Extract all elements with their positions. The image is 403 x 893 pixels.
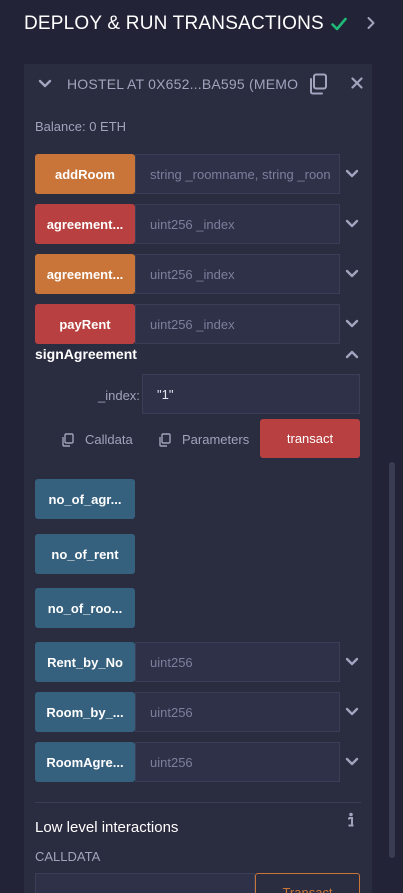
- button-label: Rent_by_No: [47, 654, 123, 670]
- button-label: Room_by_...: [46, 704, 124, 720]
- mapping-row-rent-by-no: Rent_by_No uint256: [35, 642, 359, 682]
- agreement-button-1[interactable]: agreement...: [35, 204, 135, 244]
- getter-row-no-of-agr: no_of_agr...: [35, 479, 359, 519]
- divider: [35, 802, 361, 803]
- button-label: no_of_agr...: [48, 491, 122, 507]
- copy-icon[interactable]: [308, 73, 328, 95]
- button-label: no_of_rent: [51, 546, 119, 562]
- function-row-agreement-2: agreement... uint256 _index: [35, 254, 359, 294]
- button-label: payRent: [59, 316, 111, 332]
- rent-by-no-input[interactable]: uint256: [135, 642, 340, 682]
- balance-label: Balance: 0 ETH: [35, 119, 127, 134]
- scrollbar[interactable]: [389, 462, 395, 858]
- low-level-transact-button[interactable]: Transact: [255, 873, 360, 893]
- chevron-down-icon[interactable]: [345, 657, 359, 667]
- chevron-right-icon[interactable]: [366, 16, 376, 30]
- sign-agreement-transact-button[interactable]: transact: [260, 419, 360, 458]
- button-label: no_of_roo...: [47, 600, 123, 616]
- calldata-section-label: CALLDATA: [35, 849, 101, 864]
- no-of-rent-button[interactable]: no_of_rent: [35, 534, 135, 574]
- low-level-title: Low level interactions: [35, 819, 179, 836]
- chevron-down-icon[interactable]: [345, 269, 359, 279]
- no-of-agr-button[interactable]: no_of_agr...: [35, 479, 135, 519]
- room-by-button[interactable]: Room_by_...: [35, 692, 135, 732]
- chevron-down-icon[interactable]: [345, 707, 359, 717]
- check-icon: [331, 17, 347, 31]
- calldata-label: Calldata: [85, 432, 133, 447]
- addroom-button[interactable]: addRoom: [35, 154, 135, 194]
- function-row-agreement-1: agreement... uint256 _index: [35, 204, 359, 244]
- no-of-roo-button[interactable]: no_of_roo...: [35, 588, 135, 628]
- room-agre-input[interactable]: uint256: [135, 742, 340, 782]
- button-label: addRoom: [55, 166, 115, 182]
- index-param-label: _index:: [98, 388, 140, 403]
- plugin-title: DEPLOY & RUN TRANSACTIONS: [24, 13, 324, 34]
- mapping-row-room-agre: RoomAgre... uint256: [35, 742, 359, 782]
- copy-icon: [62, 432, 74, 447]
- function-row-addroom: addRoom string _roomname, string _roon: [35, 154, 359, 194]
- plugin-header: DEPLOY & RUN TRANSACTIONS: [0, 0, 403, 48]
- payrent-button[interactable]: payRent: [35, 304, 135, 344]
- room-by-input[interactable]: uint256: [135, 692, 340, 732]
- button-label: RoomAgre...: [46, 754, 124, 770]
- button-label: agreement...: [46, 216, 124, 232]
- deployed-instance-panel: HOSTEL AT 0X652...BA595 (MEMO Balance: 0…: [24, 64, 372, 893]
- function-row-payrent: payRent uint256 _index: [35, 304, 359, 344]
- agreement-button-2[interactable]: agreement...: [35, 254, 135, 294]
- sign-agreement-title: signAgreement: [35, 346, 137, 362]
- chevron-down-icon[interactable]: [345, 319, 359, 329]
- room-agre-button[interactable]: RoomAgre...: [35, 742, 135, 782]
- mapping-row-room-by: Room_by_... uint256: [35, 692, 359, 732]
- close-icon[interactable]: [351, 77, 363, 89]
- addroom-args-input[interactable]: string _roomname, string _roon: [135, 154, 340, 194]
- parameters-label: Parameters: [182, 432, 250, 447]
- button-label: agreement...: [46, 266, 124, 282]
- chevron-up-icon[interactable]: [345, 349, 359, 359]
- chevron-down-icon[interactable]: [345, 169, 359, 179]
- agreement-index-input-1[interactable]: uint256 _index: [135, 204, 340, 244]
- instance-name: HOSTEL AT 0X652...BA595 (MEMO: [67, 76, 299, 92]
- payrent-index-input[interactable]: uint256 _index: [135, 304, 340, 344]
- chevron-down-icon[interactable]: [345, 219, 359, 229]
- copy-icon: [159, 432, 171, 447]
- getter-row-no-of-rent: no_of_rent: [35, 534, 359, 574]
- parameters-copy-button[interactable]: Parameters: [158, 432, 249, 447]
- agreement-index-input-2[interactable]: uint256 _index: [135, 254, 340, 294]
- chevron-down-icon[interactable]: [38, 79, 52, 89]
- instance-header[interactable]: HOSTEL AT 0X652...BA595 (MEMO: [24, 64, 372, 104]
- index-param-input[interactable]: "1": [142, 374, 360, 414]
- calldata-copy-button[interactable]: Calldata: [61, 432, 133, 447]
- chevron-down-icon[interactable]: [345, 757, 359, 767]
- getter-row-no-of-roo: no_of_roo...: [35, 588, 359, 628]
- calldata-input[interactable]: [35, 873, 255, 893]
- rent-by-no-button[interactable]: Rent_by_No: [35, 642, 135, 682]
- info-icon[interactable]: [347, 812, 355, 828]
